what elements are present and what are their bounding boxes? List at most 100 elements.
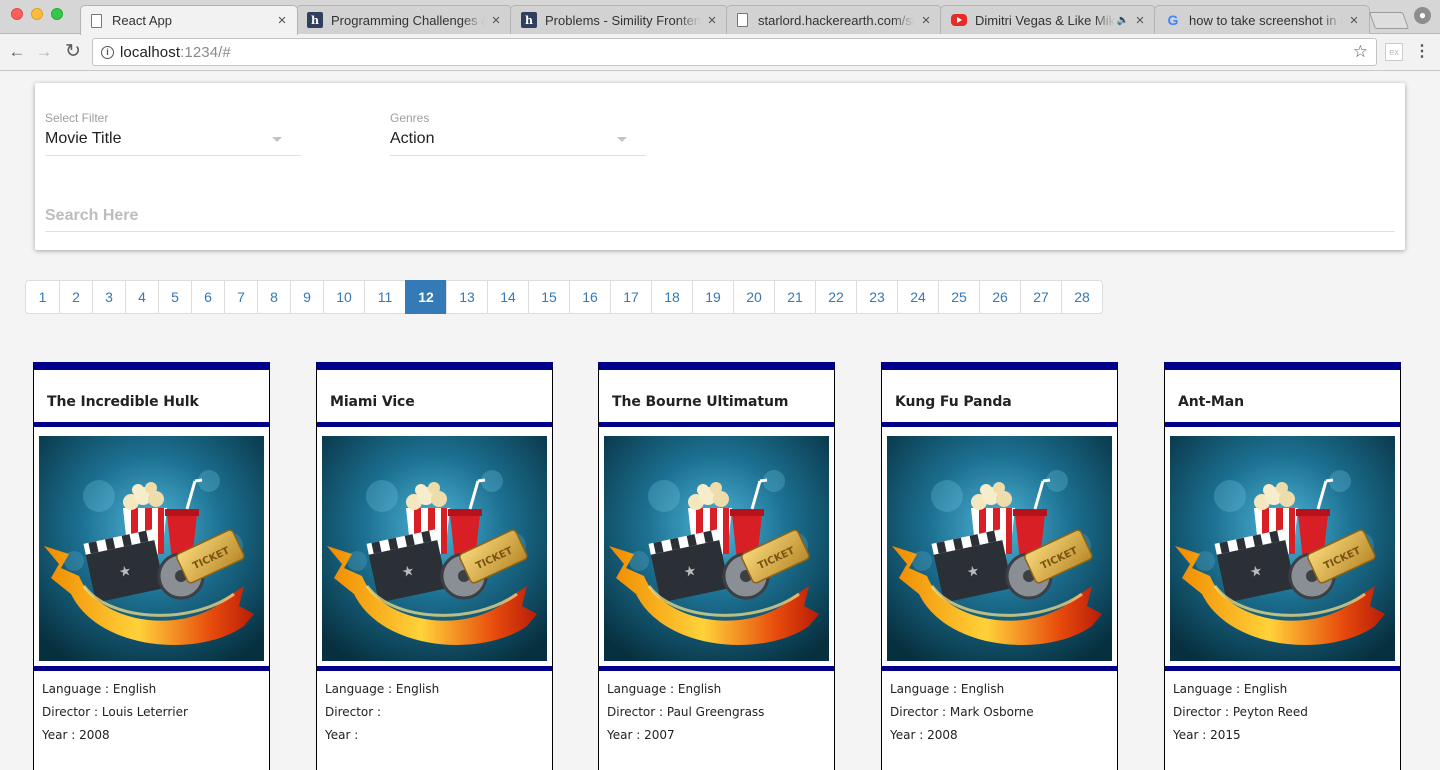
- page-button[interactable]: 24: [897, 281, 938, 313]
- close-window-button[interactable]: [11, 8, 23, 20]
- page-button[interactable]: 6: [191, 281, 224, 313]
- browser-tab[interactable]: React App ×: [80, 5, 298, 35]
- tab-close-icon[interactable]: ×: [1347, 12, 1361, 29]
- hackerearth-icon: h: [307, 12, 323, 28]
- movie-poster-image: [604, 436, 829, 661]
- page-button[interactable]: 27: [1020, 281, 1061, 313]
- page-button[interactable]: 11: [364, 281, 405, 313]
- movie-year: Year : 2008: [890, 728, 958, 742]
- field-underline: [45, 155, 301, 156]
- card-divider: [1165, 666, 1400, 671]
- browser-tab[interactable]: starlord.hackerearth.com/si ×: [726, 5, 942, 34]
- movie-card[interactable]: The Bourne Ultimatum Language : English Di…: [598, 362, 835, 770]
- movie-director: Director : Peyton Reed: [1173, 705, 1308, 719]
- card-divider: [599, 422, 834, 427]
- browser-tab-strip: React App × h Programming Challenges & I…: [0, 0, 1440, 35]
- minimize-window-button[interactable]: [31, 8, 43, 20]
- browser-tab[interactable]: G how to take screenshot in m ×: [1154, 5, 1370, 34]
- tab-close-icon[interactable]: ×: [489, 12, 503, 29]
- page-button[interactable]: 4: [125, 281, 158, 313]
- bookmark-star-icon[interactable]: ☆: [1353, 42, 1368, 62]
- movie-language: Language : English: [607, 682, 722, 696]
- tab-close-icon[interactable]: ×: [275, 12, 289, 29]
- page-button[interactable]: 2: [59, 281, 92, 313]
- page-button[interactable]: 21: [774, 281, 815, 313]
- page-button[interactable]: 9: [290, 281, 323, 313]
- movie-title: The Bourne Ultimatum: [612, 394, 789, 410]
- movie-director: Director : Mark Osborne: [890, 705, 1034, 719]
- speaker-icon[interactable]: 🔈: [1117, 15, 1129, 26]
- card-divider: [1165, 422, 1400, 427]
- back-arrow-icon[interactable]: ←: [6, 41, 28, 63]
- page-button[interactable]: 7: [224, 281, 257, 313]
- page-button[interactable]: 22: [815, 281, 856, 313]
- extension-icon[interactable]: ex: [1385, 43, 1403, 61]
- reload-icon[interactable]: ↻: [62, 41, 84, 63]
- google-icon: G: [1167, 12, 1179, 28]
- menu-dots-icon[interactable]: ⋮: [1414, 41, 1430, 63]
- field-underline: [390, 155, 646, 156]
- new-tab-button[interactable]: [1368, 12, 1410, 29]
- select-filter-label: Select Filter: [45, 111, 109, 125]
- movie-language: Language : English: [42, 682, 157, 696]
- movie-poster-image: [322, 436, 547, 661]
- movie-card[interactable]: Kung Fu Panda Language : English Director …: [881, 362, 1118, 770]
- page-button[interactable]: 26: [979, 281, 1020, 313]
- page-button[interactable]: 25: [938, 281, 979, 313]
- page-button[interactable]: 23: [856, 281, 897, 313]
- tab-label: React App: [112, 13, 172, 28]
- movie-year: Year : 2015: [1173, 728, 1241, 742]
- page-button[interactable]: 28: [1061, 281, 1102, 313]
- movie-card[interactable]: The Incredible Hulk Language : English Dir…: [33, 362, 270, 770]
- dropdown-arrow-icon: [272, 137, 282, 142]
- movie-card[interactable]: Miami Vice Language : English Director : Ye…: [316, 362, 553, 770]
- movie-poster-image: [39, 436, 264, 661]
- movie-poster-image: [887, 436, 1112, 661]
- page-button[interactable]: 10: [323, 281, 364, 313]
- page-button[interactable]: 13: [446, 281, 487, 313]
- card-divider: [34, 666, 269, 671]
- tab-label: Dimitri Vegas & Like Mike: [975, 12, 1115, 28]
- page-button[interactable]: 8: [257, 281, 290, 313]
- tab-close-icon[interactable]: ×: [919, 12, 933, 29]
- browser-tab[interactable]: Dimitri Vegas & Like Mike 🔈 ×: [940, 5, 1156, 34]
- genres-dropdown[interactable]: Genres Action: [390, 111, 646, 157]
- card-divider: [317, 422, 552, 427]
- card-divider: [317, 666, 552, 671]
- page-button[interactable]: 16: [569, 281, 610, 313]
- maximize-window-button[interactable]: [51, 8, 63, 20]
- page-button[interactable]: 14: [487, 281, 528, 313]
- genres-value: Action: [390, 130, 435, 147]
- page-button[interactable]: 19: [692, 281, 733, 313]
- page-button[interactable]: 12: [405, 280, 446, 314]
- document-icon: [91, 13, 102, 28]
- tab-close-icon[interactable]: ×: [1133, 12, 1147, 29]
- browser-tab[interactable]: h Programming Challenges & I ×: [296, 5, 512, 34]
- tab-label: Programming Challenges & I: [331, 12, 485, 28]
- info-icon[interactable]: i: [101, 45, 114, 59]
- pagination: 1 2 3 4 5 6 7 8 9 10 11 12 13 14 15 16 17 18 19 20 21 22 23 24 2…: [25, 280, 1103, 314]
- page-button[interactable]: 5: [158, 281, 191, 313]
- page-button[interactable]: 17: [610, 281, 651, 313]
- movie-year: Year : 2008: [42, 728, 110, 742]
- browser-toolbar: ← → ↻ i localhost:1234/# ☆: [0, 34, 1440, 71]
- address-bar[interactable]: i localhost:1234/# ☆: [92, 38, 1377, 66]
- card-divider: [34, 422, 269, 427]
- movie-language: Language : English: [1173, 682, 1288, 696]
- tab-close-icon[interactable]: ×: [705, 12, 719, 29]
- page-button[interactable]: 3: [92, 281, 125, 313]
- forward-arrow-icon[interactable]: →: [33, 41, 55, 63]
- page-button[interactable]: 18: [651, 281, 692, 313]
- page-button[interactable]: 1: [26, 281, 59, 313]
- page-button[interactable]: 20: [733, 281, 774, 313]
- genres-label: Genres: [390, 111, 430, 125]
- page-button[interactable]: 15: [528, 281, 569, 313]
- tab-label: starlord.hackerearth.com/si: [758, 12, 915, 28]
- movie-card[interactable]: Ant-Man Language : English Director : Peyt…: [1164, 362, 1401, 770]
- profile-icon[interactable]: ●: [1414, 7, 1431, 24]
- movie-language: Language : English: [325, 682, 440, 696]
- select-filter-dropdown[interactable]: Select Filter Movie Title: [45, 111, 301, 157]
- movie-director: Director : Louis Leterrier: [42, 705, 188, 719]
- browser-tab[interactable]: h Problems - Simility Frontend ×: [510, 5, 728, 34]
- document-icon: [737, 13, 748, 27]
